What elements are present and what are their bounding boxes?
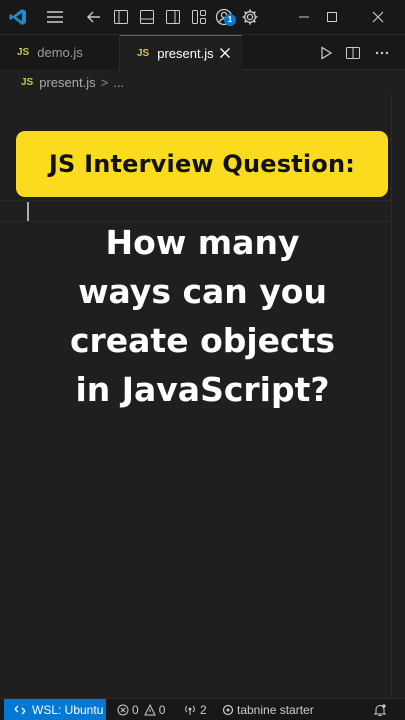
- warning-icon: [143, 703, 156, 715]
- close-icon[interactable]: [368, 7, 388, 27]
- back-arrow-icon[interactable]: [84, 7, 104, 27]
- tab-close-icon[interactable]: [216, 44, 234, 62]
- remote-indicator[interactable]: WSL: Ubuntu: [4, 699, 106, 720]
- javascript-file-icon: JS: [17, 47, 30, 58]
- broadcast-icon: [185, 705, 195, 715]
- more-actions-icon[interactable]: [372, 43, 392, 63]
- banner-title: JS Interview Question:: [48, 150, 356, 178]
- remote-label: WSL: Ubuntu: [32, 702, 104, 717]
- error-count: 0: [132, 702, 139, 717]
- minimize-icon[interactable]: [294, 7, 314, 27]
- editor-tab-bar: JS demo.js JS present.js: [0, 35, 405, 70]
- javascript-file-icon: JS: [21, 76, 34, 88]
- breadcrumb-file[interactable]: present.js: [39, 75, 95, 90]
- warning-count: 0: [158, 702, 166, 717]
- vertical-scrollbar[interactable]: [391, 94, 405, 698]
- account-notification-badge: 1: [224, 14, 236, 26]
- tab-label: demo.js: [37, 45, 83, 60]
- breadcrumb-symbol[interactable]: ...: [113, 75, 124, 90]
- run-file-icon[interactable]: [316, 43, 336, 63]
- settings-gear-icon[interactable]: [240, 7, 260, 27]
- remote-icon: [14, 705, 26, 714]
- interview-question-banner: JS Interview Question:: [16, 131, 388, 197]
- toggle-panel-icon[interactable]: [137, 7, 157, 27]
- problems-indicator[interactable]: 0 0: [117, 699, 165, 720]
- toggle-primary-sidebar-icon[interactable]: [111, 7, 131, 27]
- error-icon: [117, 704, 129, 715]
- tab-label: present.js: [157, 45, 214, 61]
- breadcrumb: JS present.js > ...: [0, 70, 405, 94]
- customize-layout-icon[interactable]: [189, 7, 209, 27]
- question-line: in JavaScript?: [75, 370, 330, 409]
- tabnine-icon: [222, 704, 234, 715]
- vscode-logo-icon[interactable]: [8, 7, 28, 27]
- toggle-secondary-sidebar-icon[interactable]: [163, 7, 183, 27]
- text-cursor: [27, 202, 29, 221]
- tab-demo-js[interactable]: JS demo.js: [0, 35, 120, 70]
- tabnine-indicator[interactable]: tabnine starter: [222, 699, 314, 720]
- question-text: How many ways can you create objects in …: [40, 218, 365, 414]
- javascript-file-icon: JS: [137, 47, 150, 59]
- question-line: How many: [105, 223, 300, 262]
- question-line: create objects: [69, 321, 336, 360]
- tab-present-js[interactable]: JS present.js: [120, 35, 242, 70]
- title-bar: 1: [0, 0, 405, 35]
- ports-indicator[interactable]: 2: [183, 699, 207, 720]
- menu-icon[interactable]: [45, 7, 65, 27]
- notifications-bell-icon[interactable]: [373, 699, 387, 720]
- tabnine-label: tabnine starter: [237, 702, 314, 717]
- maximize-icon[interactable]: [322, 7, 342, 27]
- split-editor-icon[interactable]: [343, 43, 363, 63]
- question-line: ways can you: [78, 272, 327, 311]
- breadcrumb-separator: >: [100, 74, 109, 90]
- ports-count: 2: [200, 702, 207, 717]
- status-bar: WSL: Ubuntu 0 0 2 tabnine starter: [0, 698, 405, 720]
